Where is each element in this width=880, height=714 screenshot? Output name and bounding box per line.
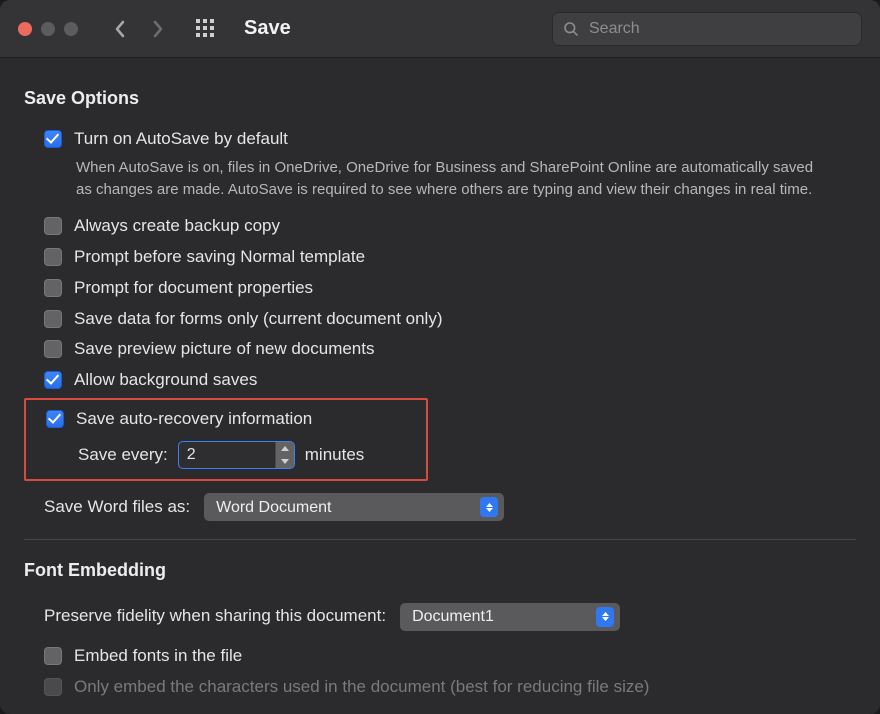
backup-copy-checkbox[interactable] bbox=[44, 217, 62, 235]
forms-only-option[interactable]: Save data for forms only (current docume… bbox=[24, 304, 856, 335]
backup-copy-option[interactable]: Always create backup copy bbox=[24, 211, 856, 242]
preferences-body: Save Options Turn on AutoSave by default… bbox=[0, 58, 880, 714]
save-files-as-popup[interactable]: Word Document bbox=[204, 493, 504, 521]
page-title: Save bbox=[244, 17, 291, 40]
autorecover-option[interactable]: Save auto-recovery information bbox=[26, 404, 426, 435]
nav-arrows bbox=[110, 19, 168, 39]
prompt-props-label: Prompt for document properties bbox=[74, 277, 313, 300]
save-options-heading: Save Options bbox=[24, 86, 856, 110]
popup-arrows-icon bbox=[480, 497, 498, 517]
save-every-input[interactable] bbox=[179, 442, 275, 468]
background-saves-checkbox[interactable] bbox=[44, 371, 62, 389]
background-saves-option[interactable]: Allow background saves bbox=[24, 365, 856, 396]
preview-picture-option[interactable]: Save preview picture of new documents bbox=[24, 334, 856, 365]
save-files-as-row: Save Word files as: Word Document bbox=[24, 487, 856, 521]
back-button[interactable] bbox=[110, 19, 130, 39]
preserve-fidelity-label: Preserve fidelity when sharing this docu… bbox=[44, 605, 386, 628]
subset-fonts-label: Only embed the characters used in the do… bbox=[74, 676, 649, 699]
minimize-window-button[interactable] bbox=[41, 22, 55, 36]
embed-fonts-label: Embed fonts in the file bbox=[74, 645, 242, 668]
prompt-normal-checkbox[interactable] bbox=[44, 248, 62, 266]
embed-fonts-checkbox[interactable] bbox=[44, 647, 62, 665]
window-controls bbox=[18, 22, 78, 36]
stepper-up-button[interactable] bbox=[276, 442, 294, 455]
show-all-button[interactable] bbox=[196, 19, 216, 39]
caret-up-icon bbox=[281, 446, 289, 451]
search-input[interactable] bbox=[587, 19, 851, 39]
save-files-as-label: Save Word files as: bbox=[44, 496, 190, 519]
stepper-buttons bbox=[275, 442, 294, 468]
font-embedding-heading: Font Embedding bbox=[24, 558, 856, 582]
section-divider bbox=[24, 539, 856, 540]
forms-only-checkbox[interactable] bbox=[44, 310, 62, 328]
prompt-props-checkbox[interactable] bbox=[44, 279, 62, 297]
popup-arrows-icon bbox=[596, 607, 614, 627]
forms-only-label: Save data for forms only (current docume… bbox=[74, 308, 443, 331]
preferences-window: Save Save Options Turn on AutoSave by de… bbox=[0, 0, 880, 714]
preserve-fidelity-row: Preserve fidelity when sharing this docu… bbox=[24, 597, 856, 631]
save-files-as-value: Word Document bbox=[216, 497, 331, 519]
autorecover-checkbox[interactable] bbox=[46, 410, 64, 428]
search-field[interactable] bbox=[552, 12, 862, 46]
autosave-checkbox[interactable] bbox=[44, 130, 62, 148]
save-every-label: Save every: bbox=[78, 444, 168, 467]
autorecover-label: Save auto-recovery information bbox=[76, 408, 312, 431]
prompt-normal-option[interactable]: Prompt before saving Normal template bbox=[24, 242, 856, 273]
save-every-unit: minutes bbox=[305, 444, 365, 467]
subset-fonts-checkbox bbox=[44, 678, 62, 696]
background-saves-label: Allow background saves bbox=[74, 369, 257, 392]
preserve-fidelity-popup[interactable]: Document1 bbox=[400, 603, 620, 631]
search-icon bbox=[563, 21, 579, 37]
zoom-window-button[interactable] bbox=[64, 22, 78, 36]
preview-picture-checkbox[interactable] bbox=[44, 340, 62, 358]
prompt-props-option[interactable]: Prompt for document properties bbox=[24, 273, 856, 304]
close-window-button[interactable] bbox=[18, 22, 32, 36]
chevron-left-icon bbox=[114, 20, 126, 38]
backup-copy-label: Always create backup copy bbox=[74, 215, 280, 238]
caret-down-icon bbox=[281, 459, 289, 464]
toolbar: Save bbox=[0, 0, 880, 58]
forward-button[interactable] bbox=[148, 19, 168, 39]
autorecover-highlight: Save auto-recovery information Save ever… bbox=[24, 398, 428, 481]
chevron-right-icon bbox=[152, 20, 164, 38]
autosave-option[interactable]: Turn on AutoSave by default bbox=[24, 124, 856, 155]
save-every-row: Save every: minutes bbox=[26, 435, 426, 469]
embed-fonts-option[interactable]: Embed fonts in the file bbox=[24, 641, 856, 672]
subset-fonts-option: Only embed the characters used in the do… bbox=[24, 672, 856, 703]
save-every-stepper[interactable] bbox=[178, 441, 295, 469]
stepper-down-button[interactable] bbox=[276, 455, 294, 468]
preview-picture-label: Save preview picture of new documents bbox=[74, 338, 375, 361]
preserve-fidelity-value: Document1 bbox=[412, 606, 494, 628]
autosave-label: Turn on AutoSave by default bbox=[74, 128, 288, 151]
prompt-normal-label: Prompt before saving Normal template bbox=[74, 246, 365, 269]
autosave-description: When AutoSave is on, files in OneDrive, … bbox=[24, 155, 856, 211]
